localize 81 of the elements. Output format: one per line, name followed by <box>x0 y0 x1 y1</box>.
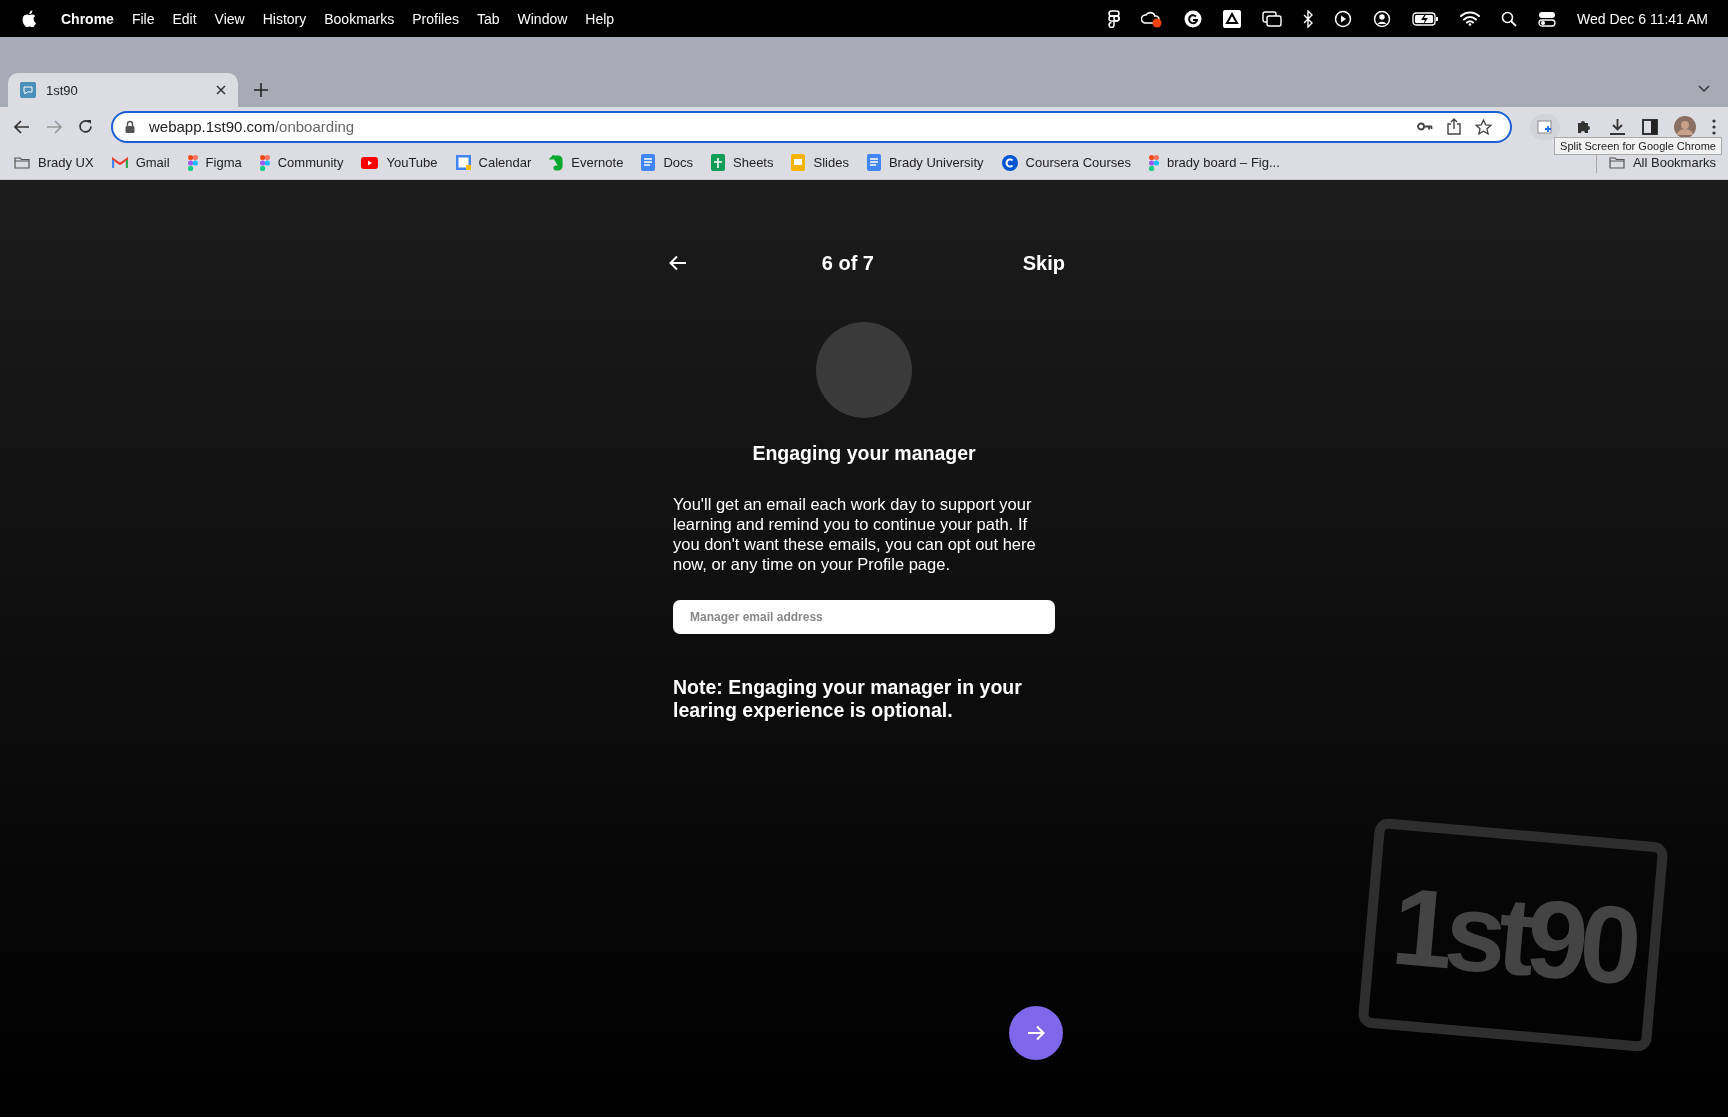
bookmark[interactable]: Brady UX <box>14 155 94 170</box>
skip-button[interactable]: Skip <box>1022 251 1065 275</box>
letter-g-icon[interactable] <box>1184 9 1202 28</box>
menu-item[interactable]: History <box>262 10 307 27</box>
logo: 1st90 <box>1357 817 1669 1053</box>
url-host: webapp.1st90.com <box>149 118 275 135</box>
url-path: /onboarding <box>274 118 355 135</box>
app-menu[interactable]: Chrome <box>61 10 114 27</box>
next-button[interactable] <box>1009 1006 1063 1060</box>
share-icon[interactable] <box>1447 118 1461 135</box>
bookmark[interactable]: Brady University <box>866 154 984 171</box>
bookmark[interactable]: Calendar <box>455 155 532 170</box>
play-icon[interactable] <box>1334 9 1352 28</box>
clock[interactable]: Wed Dec 6 11:41 AM <box>1577 10 1708 27</box>
split-screen-icon[interactable] <box>1530 113 1560 140</box>
figma-logo-icon <box>1149 154 1160 171</box>
new-tab-icon[interactable] <box>254 83 268 97</box>
note-text: Note: Engaging your manager in your learing experience is optional. <box>673 676 1023 722</box>
arrow-right-icon <box>1027 1025 1045 1041</box>
key-icon[interactable] <box>1417 122 1433 131</box>
document-icon <box>711 154 725 171</box>
play-button-icon <box>361 156 379 169</box>
letter-c-icon <box>1001 154 1018 171</box>
menu-item[interactable]: Window <box>517 10 568 27</box>
menu-item[interactable]: File <box>131 10 155 27</box>
apple-icon[interactable] <box>22 10 36 27</box>
mail-icon <box>111 156 128 169</box>
close-icon[interactable] <box>216 85 226 95</box>
calendar-icon <box>455 155 471 170</box>
browser-tab[interactable]: 1st90 <box>8 73 238 107</box>
avatar-icon[interactable] <box>1674 115 1696 138</box>
more-vertical-icon[interactable] <box>1712 118 1716 135</box>
battery-icon[interactable] <box>1412 11 1439 26</box>
bookmark[interactable]: Figma <box>187 154 242 171</box>
bookmark[interactable]: YouTube <box>361 155 438 170</box>
menu-item[interactable]: Edit <box>172 10 197 27</box>
step-counter: 6 of 7 <box>821 251 874 275</box>
folder-icon <box>14 156 30 169</box>
reload-icon[interactable] <box>78 119 93 134</box>
back-arrow-icon[interactable] <box>14 119 30 134</box>
star-icon[interactable] <box>1475 118 1492 135</box>
email-input-field[interactable]: Manager email address <box>673 600 1055 634</box>
menu-item[interactable]: Help <box>585 10 615 27</box>
bookmark[interactable]: Slides <box>791 154 849 171</box>
figma-icon[interactable] <box>1108 9 1120 28</box>
search-icon[interactable] <box>1501 10 1517 27</box>
description-text: You'll get an email each work day to support your learning and remind you to continue your path. If you don't want these emails, you can opt out here now, or any time on your Profile page. <box>673 494 1037 574</box>
download-icon[interactable] <box>1609 118 1626 135</box>
bluetooth-icon[interactable] <box>1303 9 1313 28</box>
figma-logo-icon <box>187 154 198 171</box>
address-bar[interactable]: webapp.1st90.com/onboarding <box>111 110 1512 143</box>
tooltip: Split Screen for Google Chrome <box>1554 137 1722 155</box>
side-panel-icon[interactable] <box>1642 118 1658 135</box>
document-icon <box>866 154 881 171</box>
cloud-icon[interactable] <box>1141 9 1163 28</box>
folder-icon <box>1608 156 1625 169</box>
control-center-icon[interactable] <box>1538 10 1556 27</box>
figma-logo-icon <box>259 154 270 171</box>
bookmark[interactable]: Sheets <box>711 154 774 171</box>
tab-title: 1st90 <box>46 82 79 98</box>
document-icon <box>791 154 806 171</box>
puzzle-piece-icon[interactable] <box>1576 118 1593 135</box>
menu-item[interactable]: View <box>214 10 245 27</box>
page-title: Engaging your manager <box>752 442 976 465</box>
lock-icon <box>125 120 135 133</box>
bookmark[interactable]: Coursera Courses <box>1001 154 1132 171</box>
bookmark[interactable]: Community <box>259 154 344 171</box>
bookmark[interactable]: brady board – Fig... <box>1149 154 1280 171</box>
menu-item[interactable]: Tab <box>476 10 500 27</box>
menu-item[interactable]: Bookmarks <box>324 10 395 27</box>
bookmark[interactable]: Gmail <box>111 155 170 170</box>
all-bookmarks-button[interactable]: All Bookmarks <box>1608 155 1716 170</box>
chat-bubble-icon <box>20 82 36 98</box>
windows-icon[interactable] <box>1262 10 1282 27</box>
chevron-down-icon[interactable] <box>1698 85 1710 93</box>
bookmark[interactable]: Evernote <box>549 154 624 171</box>
wifi-icon[interactable] <box>1460 11 1480 26</box>
document-icon <box>641 154 656 171</box>
bookmark[interactable]: Docs <box>641 154 693 171</box>
menu-item[interactable]: Profiles <box>412 10 459 27</box>
user-icon[interactable] <box>1373 9 1391 28</box>
